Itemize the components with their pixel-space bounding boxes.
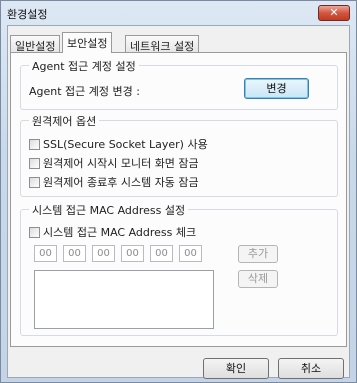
dialog-body: 일반설정 보안설정 네트워크 설정 Agent 접근 계정 설정 Agent 접… <box>7 25 350 379</box>
ssl-checkbox[interactable]: SSL(Secure Socket Layer) 사용 <box>29 136 208 152</box>
agent-account-group: Agent 접근 계정 설정 Agent 접근 계정 변경 : 변경 <box>20 58 338 110</box>
checkbox-box[interactable] <box>29 177 40 188</box>
mac-address-group: 시스템 접근 MAC Address 설정 시스템 접근 MAC Address… <box>20 202 338 336</box>
checkbox-box[interactable] <box>29 227 40 238</box>
delete-mac-button[interactable]: 삭제 <box>238 270 278 288</box>
settings-window: 환경설정 ✕ 일반설정 보안설정 네트워크 설정 Agent 접근 계정 설정 … <box>0 0 357 383</box>
remote-control-legend: 원격제어 옵션 <box>29 113 100 129</box>
checkbox-box[interactable] <box>29 139 40 150</box>
cancel-button[interactable]: 취소 <box>278 358 344 379</box>
change-account-button[interactable]: 변경 <box>244 78 309 99</box>
mac-octet-2[interactable] <box>63 245 86 262</box>
add-mac-button[interactable]: 추가 <box>238 245 278 263</box>
lock-monitor-checkbox-label: 원격제어 시작시 모니터 화면 잠금 <box>43 157 199 170</box>
security-tab-panel: Agent 접근 계정 설정 Agent 접근 계정 변경 : 변경 원격제어 … <box>10 52 347 347</box>
ssl-checkbox-label: SSL(Secure Socket Layer) 사용 <box>43 138 208 151</box>
mac-address-legend: 시스템 접근 MAC Address 설정 <box>29 202 189 218</box>
remote-control-options-group: 원격제어 옵션 SSL(Secure Socket Layer) 사용 원격제어… <box>20 113 338 197</box>
auto-lock-checkbox-label: 원격제어 종료후 시스템 자동 잠금 <box>43 176 199 189</box>
agent-account-legend: Agent 접근 계정 설정 <box>29 58 139 74</box>
mac-check-checkbox[interactable]: 시스템 접근 MAC Address 체크 <box>29 224 196 240</box>
agent-account-label: Agent 접근 계정 변경 : <box>29 85 140 98</box>
tab-network[interactable]: 네트워크 설정 <box>125 35 200 53</box>
mac-check-checkbox-label: 시스템 접근 MAC Address 체크 <box>43 226 197 239</box>
mac-address-list[interactable] <box>34 270 214 329</box>
close-button[interactable]: ✕ <box>318 5 350 21</box>
ok-button[interactable]: 확인 <box>203 358 269 379</box>
mac-octet-4[interactable] <box>121 245 144 262</box>
mac-octet-6[interactable] <box>179 245 202 262</box>
checkbox-box[interactable] <box>29 158 40 169</box>
window-title: 환경설정 <box>7 8 48 21</box>
mac-octet-5[interactable] <box>150 245 173 262</box>
lock-monitor-checkbox[interactable]: 원격제어 시작시 모니터 화면 잠금 <box>29 155 199 171</box>
auto-lock-checkbox[interactable]: 원격제어 종료후 시스템 자동 잠금 <box>29 174 199 190</box>
mac-octet-1[interactable] <box>34 245 57 262</box>
title-bar: 환경설정 ✕ <box>1 1 356 25</box>
tab-security[interactable]: 보안설정 <box>62 32 113 53</box>
mac-octet-3[interactable] <box>92 245 115 262</box>
mac-address-inputs <box>34 245 214 262</box>
tab-general[interactable]: 일반설정 <box>10 35 61 53</box>
